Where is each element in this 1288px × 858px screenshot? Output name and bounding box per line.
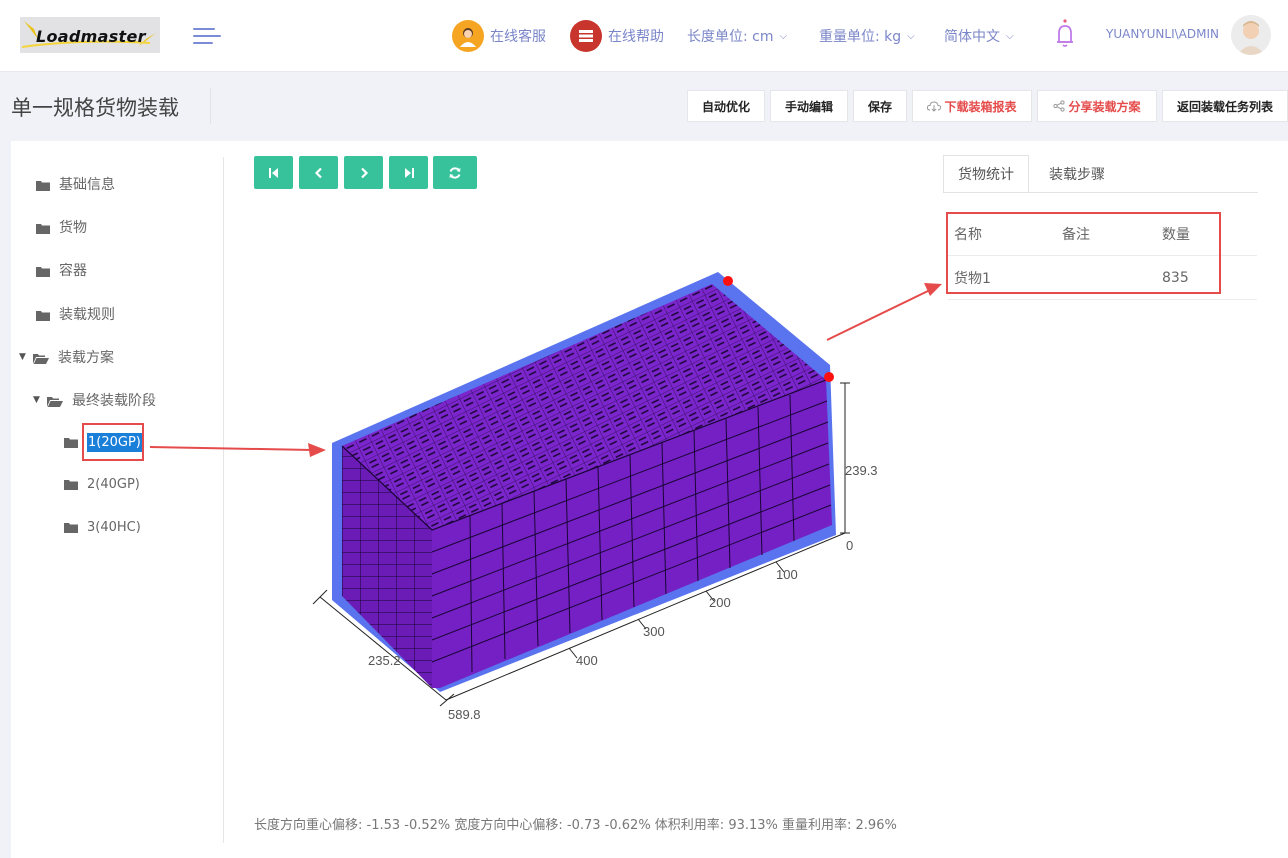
load-summary-stats: 长度方向重心偏移: -1.53 -0.52% 宽度方向中心偏移: -0.73 -… [254, 818, 897, 833]
next-step-button[interactable] [344, 156, 383, 189]
tree-label: 3(40HC) [87, 520, 141, 535]
auto-optimize-button[interactable]: 自动优化 [687, 90, 765, 122]
next-icon [360, 167, 368, 178]
prev-icon [314, 167, 322, 178]
title-divider [210, 88, 211, 124]
agent-avatar-icon [452, 20, 484, 52]
prev-step-button[interactable] [299, 156, 338, 189]
tree-label: 货物 [59, 220, 87, 236]
folder-icon [36, 179, 50, 191]
chevron-down-icon: ⌵ [1006, 30, 1014, 42]
bell-icon[interactable] [1052, 18, 1078, 50]
manual-edit-button[interactable]: 手动编辑 [770, 90, 848, 122]
folder-open-icon [47, 395, 63, 407]
tab-loading-steps[interactable]: 装载步骤 [1030, 155, 1124, 193]
language-dropdown[interactable]: 简体中文 ⌵ [944, 22, 1014, 50]
help-book-icon [570, 20, 602, 52]
language-label: 简体中文 [944, 29, 1000, 45]
tabs-divider [943, 192, 1258, 193]
first-page-icon [268, 167, 278, 178]
tree-node-container-2[interactable]: 2(40GP) [64, 477, 140, 492]
share-icon [1053, 100, 1066, 112]
tab-cargo-stats[interactable]: 货物统计 [943, 155, 1029, 193]
length-unit-label: 长度单位: cm [687, 29, 774, 45]
download-report-label: 下载装箱报表 [944, 99, 1017, 114]
loadmaster-logo[interactable]: Loadmaster [20, 17, 160, 53]
tree-label: 装载方案 [58, 350, 114, 366]
chevron-down-icon: ⌵ [907, 30, 915, 42]
tree-node-container-3[interactable]: 3(40HC) [64, 520, 141, 535]
back-to-list-button[interactable]: 返回装载任务列表 [1162, 90, 1288, 122]
tree-label: 基础信息 [59, 177, 115, 193]
share-plan-label: 分享装载方案 [1068, 99, 1141, 114]
online-service-label: 在线客服 [490, 29, 546, 45]
online-service-link[interactable]: 在线客服 [452, 20, 546, 52]
menu-toggle-icon[interactable] [193, 26, 223, 46]
tree-label: 容器 [59, 263, 87, 279]
tree-divider [223, 157, 224, 843]
online-help-link[interactable]: 在线帮助 [570, 20, 664, 52]
highlight-box [946, 212, 1221, 294]
last-page-icon [404, 167, 414, 178]
highlight-box [82, 423, 144, 461]
tree-node-cargo[interactable]: 货物 [36, 217, 87, 237]
logo-text: Loadmaster [36, 27, 146, 46]
caret-down-icon[interactable]: ▼ [33, 395, 47, 405]
first-step-button[interactable] [254, 156, 293, 189]
download-report-button[interactable]: 下载装箱报表 [912, 90, 1032, 122]
folder-icon [64, 437, 78, 448]
user-avatar[interactable] [1231, 15, 1271, 55]
chevron-down-icon: ⌵ [779, 30, 788, 42]
folder-icon [64, 522, 78, 533]
tree-label: 2(40GP) [87, 477, 140, 492]
length-unit-dropdown[interactable]: 长度单位: cm ⌵ [687, 22, 787, 50]
tree-label: 装载规则 [59, 307, 115, 323]
online-help-label: 在线帮助 [608, 29, 664, 45]
share-plan-button[interactable]: 分享装载方案 [1037, 90, 1157, 122]
save-button[interactable]: 保存 [853, 90, 907, 122]
top-navbar: Loadmaster 在线客服 在线帮助 长度单位: cm ⌵ 重量单位: kg ⌵… [0, 0, 1288, 72]
tree-label: 最终装载阶段 [72, 393, 156, 409]
folder-icon [36, 309, 50, 321]
last-step-button[interactable] [389, 156, 428, 189]
cloud-download-icon [927, 101, 942, 112]
folder-icon [64, 479, 78, 490]
caret-down-icon[interactable]: ▼ [19, 352, 33, 362]
folder-icon [36, 265, 50, 277]
username[interactable]: YUANYUNLI\ADMIN [1106, 27, 1219, 41]
tree-node-final-stage[interactable]: ▼ 最终装载阶段 [33, 390, 156, 410]
tree-node-basic-info[interactable]: 基础信息 [36, 174, 115, 194]
page-title: 单一规格货物装载 [11, 96, 179, 120]
tree-node-loading-rules[interactable]: 装载规则 [36, 304, 115, 324]
weight-unit-label: 重量单位: kg [819, 29, 902, 45]
tree-node-loading-plan[interactable]: ▼ 装载方案 [19, 347, 114, 367]
refresh-button[interactable] [433, 156, 477, 189]
folder-open-icon [33, 352, 49, 364]
folder-icon [36, 222, 50, 234]
weight-unit-dropdown[interactable]: 重量单位: kg ⌵ [819, 22, 915, 50]
tree-node-container[interactable]: 容器 [36, 260, 87, 280]
refresh-icon [449, 166, 461, 179]
